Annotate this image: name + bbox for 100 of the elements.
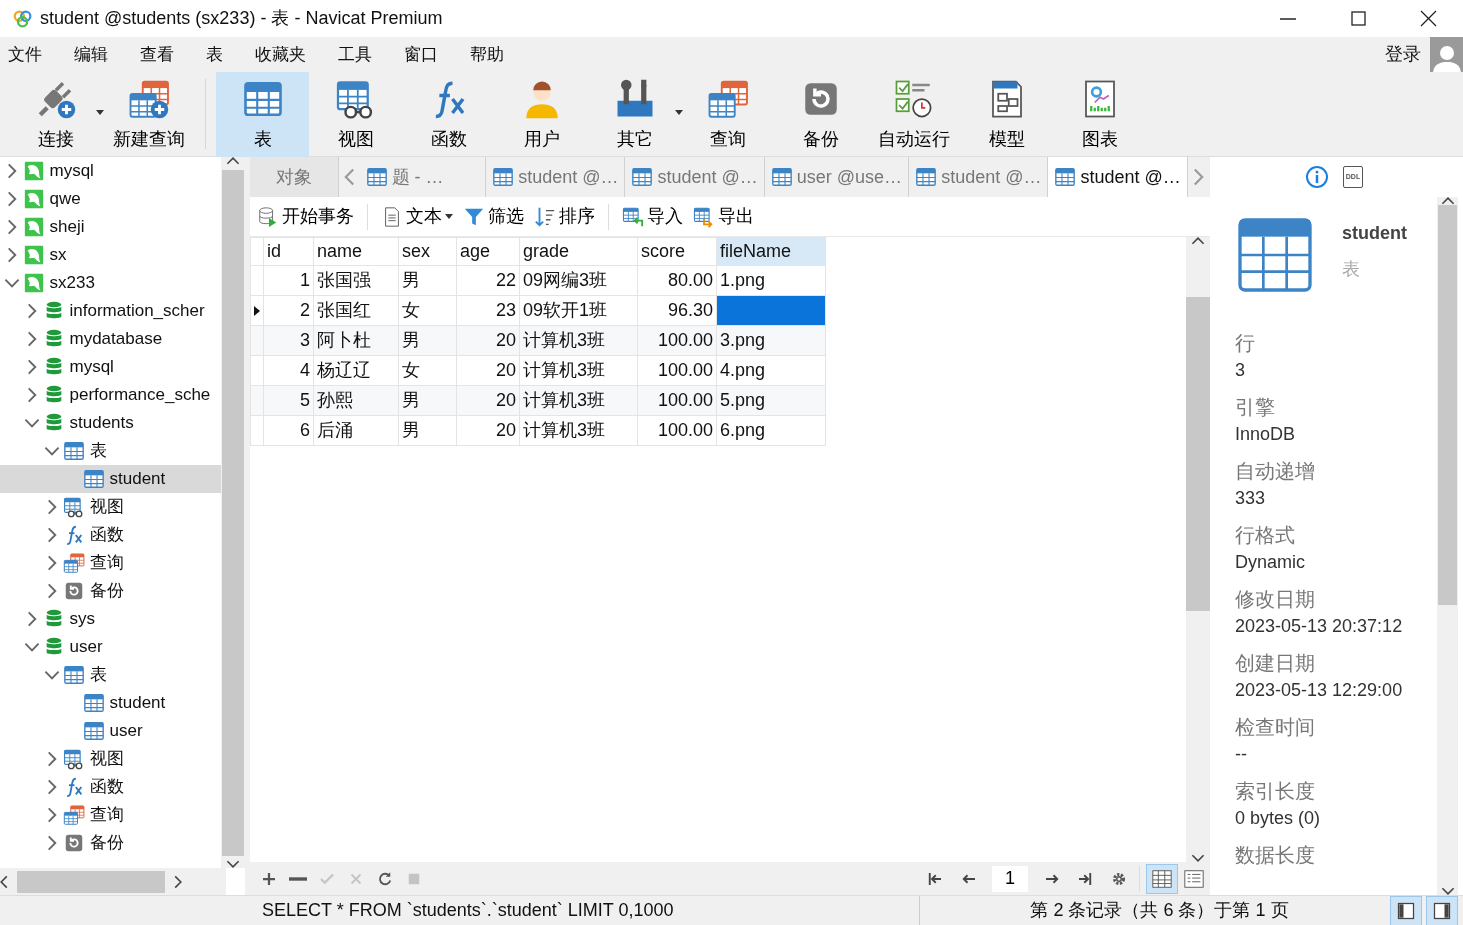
table-cell: 计算机3班 bbox=[519, 355, 638, 386]
toolbar-button[interactable]: 表 bbox=[216, 71, 309, 157]
connection-icon bbox=[23, 188, 45, 210]
tab[interactable]: 对象 bbox=[250, 157, 340, 197]
pane-toggle[interactable] bbox=[1390, 895, 1422, 925]
tree-item[interactable]: 备份 bbox=[0, 577, 222, 605]
table-cell: 100.00 bbox=[637, 355, 717, 386]
connection-icon bbox=[23, 272, 45, 294]
toolbar-button[interactable]: 视图 bbox=[309, 71, 402, 157]
toolbar-button[interactable]: 自动运行 bbox=[867, 71, 960, 157]
table-cell: 100.00 bbox=[637, 385, 717, 416]
property-label: 检查时间 bbox=[1235, 715, 1316, 740]
menu-item[interactable]: 帮助 bbox=[462, 41, 504, 68]
table-icon bbox=[631, 166, 654, 188]
avatar[interactable] bbox=[1430, 37, 1463, 72]
table-import-icon bbox=[622, 205, 644, 228]
menu-item[interactable]: 查看 bbox=[132, 41, 174, 68]
column-header[interactable]: grade bbox=[519, 237, 638, 266]
toolbar-button[interactable]: 导出 bbox=[690, 203, 757, 230]
pane-toggle[interactable] bbox=[1426, 895, 1459, 925]
column-header[interactable]: age bbox=[456, 237, 520, 266]
toolbar-button[interactable]: 用户 bbox=[495, 71, 588, 157]
tree-item[interactable]: 函数 bbox=[0, 521, 222, 549]
tab[interactable]: student @… bbox=[1048, 157, 1188, 197]
toolbar-button[interactable]: 备份 bbox=[774, 71, 867, 157]
menu-item[interactable]: 文件 bbox=[0, 41, 42, 68]
property-value: 0 bytes (0) bbox=[1235, 807, 1322, 830]
table-cell: 4 bbox=[263, 355, 314, 386]
table-cell: 孙熙 bbox=[313, 385, 399, 416]
vertical-scrollbar[interactable] bbox=[221, 157, 245, 868]
tree-item[interactable]: sheji bbox=[0, 213, 222, 241]
vertical-scrollbar[interactable] bbox=[1186, 237, 1210, 862]
scroll-up-icon bbox=[1191, 237, 1205, 245]
menu-item[interactable]: 工具 bbox=[330, 41, 372, 68]
toolbar-button[interactable]: 排序 bbox=[531, 203, 598, 230]
toolbar-button[interactable]: 导入 bbox=[619, 203, 686, 230]
tree-item[interactable]: sx233 bbox=[0, 269, 222, 297]
tree-item[interactable]: qwe bbox=[0, 185, 222, 213]
page-field[interactable]: 1 bbox=[992, 865, 1028, 892]
horizontal-scrollbar[interactable] bbox=[0, 868, 226, 895]
table-cell: 20 bbox=[456, 415, 520, 446]
toolbar-button[interactable]: 其它 bbox=[588, 71, 681, 157]
tree-item[interactable]: mysql bbox=[0, 353, 222, 381]
toolbar-button[interactable]: 图表 bbox=[1053, 71, 1146, 157]
table-cell: 4.png bbox=[716, 355, 826, 386]
table-name: student bbox=[1342, 221, 1407, 245]
column-header[interactable]: sex bbox=[398, 237, 457, 266]
tree-item[interactable]: 视图 bbox=[0, 745, 222, 773]
tree-item[interactable]: 表 bbox=[0, 437, 222, 465]
table-cell: 男 bbox=[398, 385, 457, 416]
toolbar-button[interactable]: 模型 bbox=[960, 71, 1053, 157]
column-header[interactable]: name bbox=[313, 237, 399, 266]
toolbar-button[interactable]: 筛选 bbox=[460, 203, 527, 230]
view-toggle[interactable] bbox=[1146, 863, 1178, 894]
vertical-scrollbar[interactable] bbox=[1437, 197, 1458, 895]
scroll-down-icon bbox=[1440, 887, 1455, 895]
tree-item[interactable]: 查询 bbox=[0, 549, 222, 577]
login-link[interactable]: 登录 bbox=[1385, 41, 1421, 68]
column-header[interactable]: fileName bbox=[716, 237, 826, 266]
tree-item[interactable]: sx bbox=[0, 241, 222, 269]
tree-item[interactable]: 查询 bbox=[0, 801, 222, 829]
table-cell: 张国强 bbox=[313, 265, 399, 296]
table-cell: 3.png bbox=[716, 325, 826, 356]
tree-item[interactable]: 表 bbox=[0, 661, 222, 689]
minimize-icon bbox=[1280, 17, 1296, 20]
tree-item[interactable]: student bbox=[0, 465, 222, 493]
toolbar-button[interactable]: 文本 bbox=[378, 203, 456, 230]
tree-item[interactable]: mydatabase bbox=[0, 325, 222, 353]
tree-item[interactable]: mysql bbox=[0, 157, 222, 185]
column-header[interactable]: score bbox=[637, 237, 717, 266]
table-cell: 6 bbox=[263, 415, 314, 446]
menu-item[interactable]: 收藏夹 bbox=[247, 41, 306, 68]
table-icon bbox=[770, 166, 793, 188]
toolbar-button[interactable]: 新建查询 bbox=[102, 71, 195, 157]
tree-item[interactable]: user bbox=[0, 717, 222, 745]
tree-item[interactable]: students bbox=[0, 409, 222, 437]
panel-tab[interactable] bbox=[1304, 165, 1329, 189]
tree-item[interactable]: performance_sche bbox=[0, 381, 222, 409]
database-play-icon bbox=[257, 205, 279, 228]
toolbar-button[interactable]: 函数 bbox=[402, 71, 495, 157]
toolbar-button[interactable]: 查询 bbox=[681, 71, 774, 157]
tree-item[interactable]: information_scher bbox=[0, 297, 222, 325]
table-cell: 男 bbox=[398, 415, 457, 446]
tree-item[interactable]: 视图 bbox=[0, 493, 222, 521]
tree-item[interactable]: 备份 bbox=[0, 829, 222, 857]
tree-item[interactable]: 函数 bbox=[0, 773, 222, 801]
toolbar-button[interactable]: 开始事务 bbox=[254, 203, 357, 230]
table-cell: 09软开1班 bbox=[519, 295, 638, 326]
table-cell: 2 bbox=[263, 295, 314, 326]
chevron-left-icon bbox=[343, 168, 355, 186]
object-type: 表 bbox=[1342, 257, 1361, 281]
property-value: 2023-05-13 20:37:12 bbox=[1235, 615, 1404, 638]
toolbar-button[interactable]: 连接 bbox=[9, 71, 102, 157]
menu-item[interactable]: 表 bbox=[198, 41, 223, 68]
column-header[interactable]: id bbox=[263, 237, 314, 266]
tree-item[interactable]: student bbox=[0, 689, 222, 717]
tree-item[interactable]: user bbox=[0, 633, 222, 661]
tree-item[interactable]: sys bbox=[0, 605, 222, 633]
menu-item[interactable]: 编辑 bbox=[66, 41, 108, 68]
menu-item[interactable]: 窗口 bbox=[396, 41, 438, 68]
